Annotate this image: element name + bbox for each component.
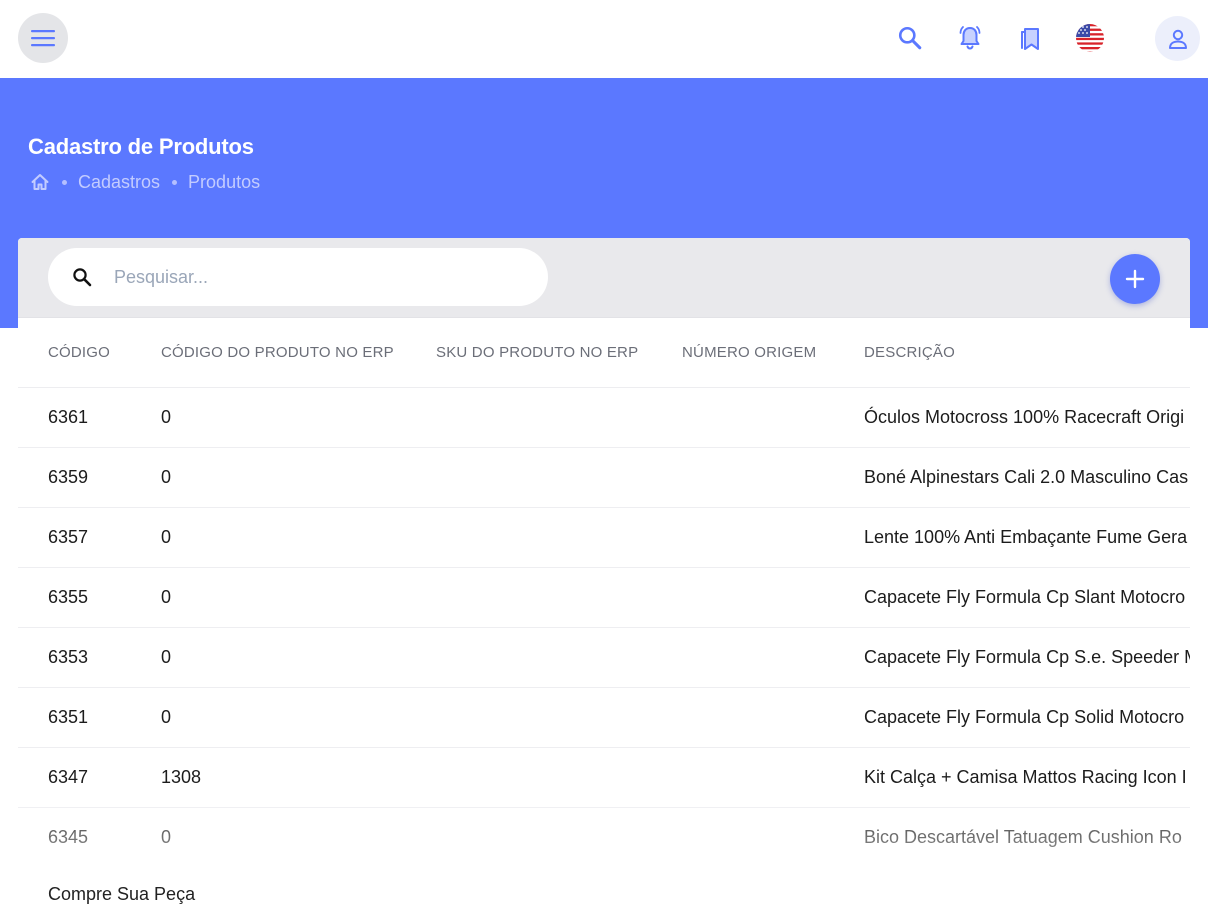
card-toolbar: [18, 238, 1190, 318]
cell-codigo: 6345: [48, 827, 89, 847]
column-header-codigo[interactable]: CÓDIGO: [48, 344, 110, 361]
menu-button[interactable]: [18, 13, 68, 63]
cell-descricao: Boné Alpinestars Cali 2.0 Masculino Cas: [864, 467, 1189, 487]
breadcrumb-item-cadastros[interactable]: Cadastros: [78, 172, 160, 193]
notifications-button[interactable]: [952, 20, 988, 56]
cell-codigo-erp: 0: [161, 587, 172, 607]
search-box[interactable]: [48, 248, 548, 306]
table-row[interactable]: 6357 0 Lente 100% Anti Embaçante Fume Ge…: [18, 508, 1190, 568]
cell-codigo-erp: 0: [161, 407, 172, 427]
add-product-button[interactable]: [1110, 254, 1160, 304]
home-icon[interactable]: [30, 172, 50, 192]
language-button[interactable]: [1072, 20, 1108, 56]
products-card: CÓDIGO CÓDIGO DO PRODUTO NO ERP SKU DO P…: [18, 238, 1190, 860]
breadcrumb-separator: [172, 179, 178, 185]
table-row[interactable]: 6359 0 Boné Alpinestars Cali 2.0 Masculi…: [18, 448, 1190, 508]
table-row[interactable]: 6351 0 Capacete Fly Formula Cp Solid Mot…: [18, 688, 1190, 748]
column-header-descricao[interactable]: DESCRIÇÃO: [864, 344, 955, 361]
bell-alert-icon: [959, 26, 981, 50]
column-header-sku-erp[interactable]: SKU DO PRODUTO NO ERP: [436, 344, 638, 361]
cell-descricao: Kit Calça + Camisa Mattos Racing Icon I: [864, 767, 1187, 787]
cell-codigo-erp: 0: [161, 527, 172, 547]
page-title: Cadastro de Produtos: [28, 134, 254, 159]
cell-descricao: Lente 100% Anti Embaçante Fume Gera: [864, 527, 1188, 547]
cell-descricao: Capacete Fly Formula Cp Solid Motocro: [864, 707, 1185, 727]
cell-codigo: 6359: [48, 467, 89, 487]
cell-codigo: 6357: [48, 527, 89, 547]
table-body: 6361 0 Óculos Motocross 100% Racecraft O…: [18, 388, 1190, 860]
cell-descricao: Bico Descartável Tatuagem Cushion Ro: [864, 827, 1182, 847]
cell-codigo: 6347: [48, 767, 89, 787]
user-profile-button[interactable]: [1155, 16, 1200, 61]
bookmarks-button[interactable]: [1012, 20, 1048, 56]
footer: Compre Sua Peça: [0, 860, 1208, 924]
breadcrumb-separator: [62, 179, 67, 185]
cell-codigo: 6361: [48, 407, 89, 427]
cell-codigo-erp: 0: [161, 467, 172, 487]
breadcrumb-item-produtos[interactable]: Produtos: [188, 172, 260, 193]
search-icon: [898, 26, 922, 50]
user-icon: [1168, 29, 1187, 49]
breadcrumb: Cadastros Produtos: [30, 171, 260, 193]
cell-codigo-erp: 0: [161, 827, 172, 847]
top-bar: [0, 0, 1208, 78]
search-button[interactable]: [892, 20, 928, 56]
column-header-codigo-erp[interactable]: CÓDIGO DO PRODUTO NO ERP: [161, 344, 394, 361]
cell-descricao: Capacete Fly Formula Cp Slant Motocro: [864, 587, 1186, 607]
hamburger-menu-icon: [31, 30, 55, 47]
table-row[interactable]: 6353 0 Capacete Fly Formula Cp S.e. Spee…: [18, 628, 1190, 688]
cell-codigo-erp: 0: [161, 707, 172, 727]
plus-icon: [1125, 269, 1145, 289]
cell-descricao: Óculos Motocross 100% Racecraft Origi: [864, 407, 1185, 427]
column-header-numero-origem[interactable]: NÚMERO ORIGEM: [682, 344, 816, 361]
search-input[interactable]: [114, 266, 494, 288]
table-row[interactable]: 6347 1308 Kit Calça + Camisa Mattos Raci…: [18, 748, 1190, 808]
table-row[interactable]: 6345 0 Bico Descartável Tatuagem Cushion…: [18, 808, 1190, 860]
footer-text: Compre Sua Peça: [48, 884, 196, 904]
cell-codigo-erp: 1308: [161, 767, 202, 787]
table-row[interactable]: 6361 0 Óculos Motocross 100% Racecraft O…: [18, 388, 1190, 448]
cell-codigo: 6353: [48, 647, 89, 667]
table-header: CÓDIGO CÓDIGO DO PRODUTO NO ERP SKU DO P…: [18, 318, 1190, 388]
table-row[interactable]: 6355 0 Capacete Fly Formula Cp Slant Mot…: [18, 568, 1190, 628]
cell-codigo: 6351: [48, 707, 89, 727]
bookmarks-icon: [1021, 28, 1039, 50]
cell-codigo-erp: 0: [161, 647, 172, 667]
cell-descricao: Capacete Fly Formula Cp S.e. Speeder M: [864, 647, 1190, 667]
search-icon: [70, 265, 94, 289]
us-flag-icon: [1076, 24, 1104, 52]
cell-codigo: 6355: [48, 587, 89, 607]
